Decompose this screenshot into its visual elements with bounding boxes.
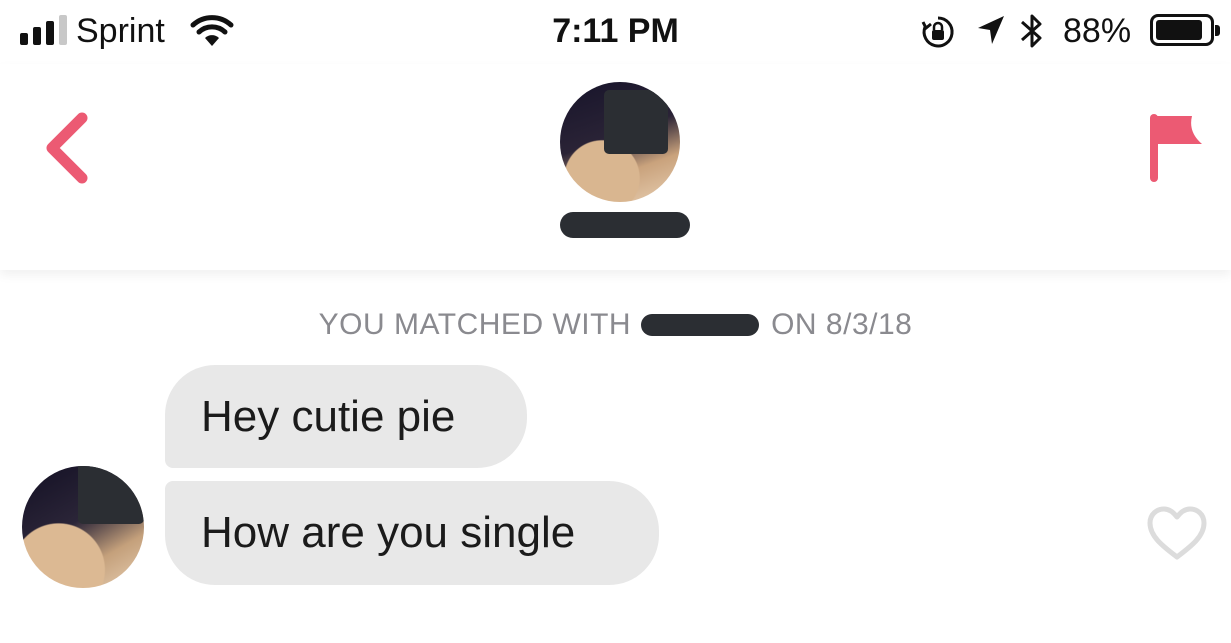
message-text: Hey cutie pie (201, 391, 456, 441)
chat-header (0, 64, 1231, 270)
battery-fill (1156, 20, 1202, 40)
location-arrow-icon (978, 16, 1004, 44)
match-suffix: ON 8/3/18 (771, 308, 913, 341)
status-bar: Sprint 7:11 PM 88% (0, 0, 1231, 64)
battery-icon (1150, 14, 1220, 46)
battery-percentage: 88% (1063, 12, 1132, 50)
chevron-left-icon[interactable] (38, 108, 98, 188)
status-time: 7:11 PM (552, 12, 679, 50)
rotation-lock-icon (921, 16, 954, 48)
sender-avatar[interactable] (22, 466, 144, 588)
matched-name-redacted (641, 314, 760, 336)
flag-icon[interactable] (1146, 112, 1206, 184)
message-bubble[interactable]: How are you single (165, 481, 659, 585)
match-date-notice: YOU MATCHED WITH ON 8/3/18 (0, 308, 1231, 342)
avatar-redaction (604, 90, 668, 154)
message-text: How are you single (201, 508, 576, 557)
bluetooth-icon (1021, 14, 1042, 48)
match-avatar[interactable] (560, 82, 680, 202)
match-name-redacted[interactable] (560, 212, 690, 238)
match-prefix: YOU MATCHED WITH (318, 308, 632, 341)
message-bubble[interactable]: Hey cutie pie (165, 365, 527, 468)
heart-outline-icon[interactable] (1146, 505, 1208, 561)
avatar-redaction (78, 466, 144, 524)
battery-nub (1215, 25, 1220, 36)
